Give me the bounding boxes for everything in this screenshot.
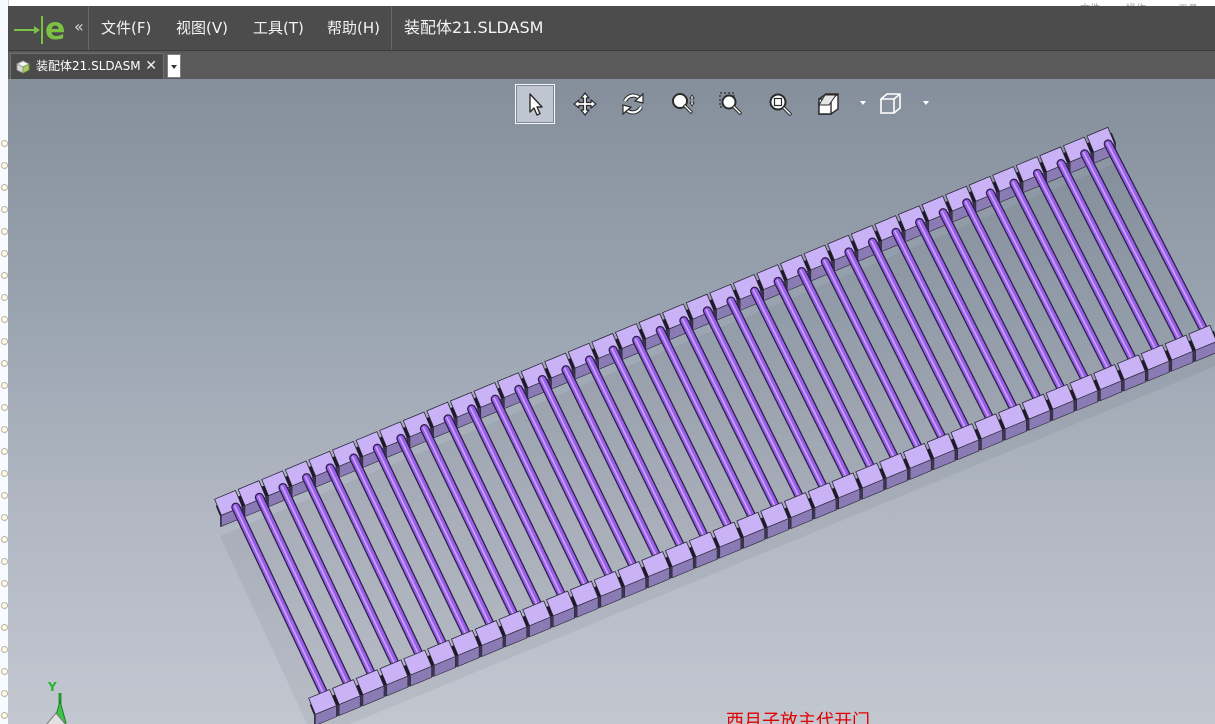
zoom-area-icon <box>719 92 742 115</box>
document-title: 装配体21.SLDASM <box>404 18 544 37</box>
menu-bar: e « 文件(F) 视图(V) 工具(T) 帮助(H) 装配体21.SLDASM <box>8 6 1215 51</box>
edge-dot <box>1 382 8 389</box>
move-icon <box>573 92 597 116</box>
assembly-model[interactable] <box>8 79 1215 724</box>
edge-dot <box>1 646 8 653</box>
tab-label: 装配体21.SLDASM <box>36 59 141 73</box>
view-toolbar <box>513 84 933 124</box>
select-tool[interactable] <box>515 84 555 124</box>
edge-dot <box>1 338 8 345</box>
edge-dot <box>1 250 8 257</box>
close-icon[interactable]: ✕ <box>145 56 157 76</box>
tab-document[interactable]: 装配体21.SLDASM ✕ <box>10 53 164 79</box>
zoom-icon <box>672 93 695 114</box>
triad-y-label: Y <box>48 680 57 694</box>
edge-dot <box>1 426 8 433</box>
edge-dot <box>1 580 8 587</box>
edge-dot <box>1 228 8 235</box>
edge-dot <box>1 272 8 279</box>
assembly-icon <box>15 59 31 74</box>
edge-dot <box>1 536 8 543</box>
edge-dot <box>1 184 8 191</box>
document-tab-bar: 装配体21.SLDASM ✕ <box>8 51 1215 79</box>
rotate-tool[interactable] <box>613 84 653 124</box>
collapse-panel-button[interactable]: « <box>74 17 84 37</box>
edge-dot <box>1 140 8 147</box>
edrawings-logo-icon[interactable]: e <box>12 10 72 47</box>
edge-dot <box>1 668 8 675</box>
menu-tools[interactable]: 工具(T) <box>253 18 304 38</box>
section-view-dropdown[interactable] <box>860 101 868 107</box>
pan-tool[interactable] <box>565 84 605 124</box>
tab-list-dropdown[interactable] <box>167 54 181 78</box>
svg-text:e: e <box>45 12 65 46</box>
status-message: 西月子放主代开门 <box>726 711 870 724</box>
display-style-dropdown[interactable] <box>923 101 931 107</box>
zoom-tool[interactable] <box>663 84 703 124</box>
edge-dot <box>1 404 8 411</box>
zoom-area-tool[interactable] <box>711 84 751 124</box>
zoom-fit-icon <box>769 93 792 116</box>
edge-dot <box>1 162 8 169</box>
edge-dot <box>1 316 8 323</box>
edge-dot <box>1 712 8 719</box>
display-style-tool[interactable] <box>871 84 911 124</box>
zoom-fit-tool[interactable] <box>760 84 800 124</box>
cube-icon <box>880 93 901 114</box>
edge-dot <box>1 206 8 213</box>
menu-divider <box>88 6 89 50</box>
menu-file[interactable]: 文件(F) <box>101 18 151 38</box>
menu-view[interactable]: 视图(V) <box>176 18 228 38</box>
edge-dot <box>1 294 8 301</box>
pointer-icon <box>529 93 543 116</box>
axis-triad-icon <box>46 693 67 724</box>
edge-dot <box>1 448 8 455</box>
edge-dot <box>1 624 8 631</box>
edge-dot <box>1 470 8 477</box>
section-icon <box>818 93 839 115</box>
edge-dot <box>1 558 8 565</box>
rotate-icon <box>622 92 644 116</box>
application-window: 文件 操作 工具 e « 文件(F) 视图(V) 工具(T) 帮助(H) 装配体… <box>0 0 1215 724</box>
edge-dot <box>1 690 8 697</box>
edge-dot <box>1 602 8 609</box>
edge-dot <box>1 514 8 521</box>
model-viewport[interactable]: Y 西月子放主代开门 <box>8 79 1215 724</box>
menu-divider <box>391 6 392 50</box>
edge-dot <box>1 492 8 499</box>
menu-help[interactable]: 帮助(H) <box>327 18 380 38</box>
edge-dot <box>1 360 8 367</box>
section-view-tool[interactable] <box>809 84 849 124</box>
